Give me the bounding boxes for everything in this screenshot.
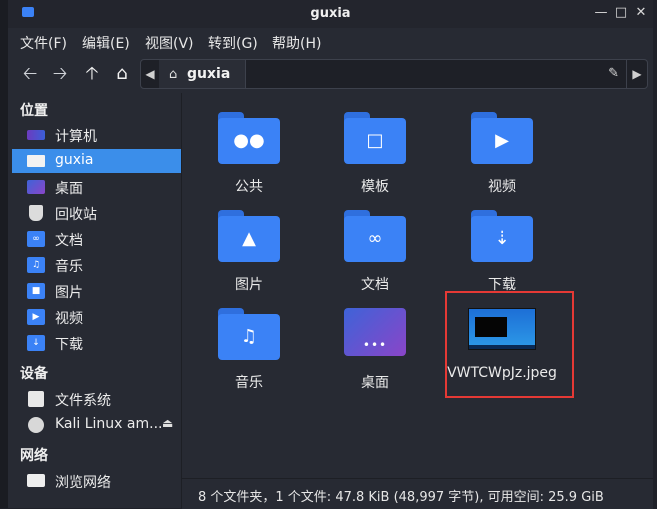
sidebar-item-filesystem[interactable]: 文件系统 (12, 387, 181, 411)
file-item-music[interactable]: ♫ 音乐 (194, 308, 304, 398)
section-devices: 设备 (20, 366, 48, 382)
menu-view[interactable]: 视图(V) (145, 33, 194, 53)
desktop-folder-icon: ••• (344, 308, 406, 356)
file-name: 视频 (488, 179, 516, 195)
sidebar-item-label: guxia (55, 152, 94, 168)
sidebar-item-label: 浏览网络 (55, 475, 111, 491)
sidebar-item-kali-disc[interactable]: Kali Linux am... ⏏ (12, 413, 181, 437)
maximize-icon[interactable]: □ (614, 6, 628, 20)
section-places: 位置 (20, 103, 48, 119)
file-item-desktop[interactable]: ••• 桌面 (320, 308, 430, 398)
desktop-icon (27, 180, 45, 194)
file-item-videos[interactable]: ▶ 视频 (447, 112, 557, 202)
sidebar-item-videos[interactable]: ▶ 视频 (12, 305, 181, 329)
eject-icon[interactable]: ⏏ (162, 416, 173, 430)
people-folder-icon: ●● (218, 112, 280, 164)
file-name: 公共 (235, 179, 263, 195)
status-text: 8 个文件夹，1 个文件: 47.8 KiB (48,997 字节), 可用空间… (198, 490, 604, 505)
sidebar-item-home[interactable]: guxia (12, 149, 181, 173)
file-name: 图片 (235, 277, 263, 293)
section-network: 网络 (20, 448, 48, 464)
video-folder-icon: ▶ (27, 309, 45, 325)
music-folder-icon: ♫ (218, 308, 280, 360)
sidebar-item-label: 音乐 (55, 259, 83, 275)
documents-folder-icon: ∞ (27, 231, 45, 247)
sidebar-item-label: 计算机 (55, 129, 97, 145)
sidebar-item-label: 图片 (55, 285, 83, 301)
network-icon (27, 474, 45, 487)
sidebar-item-desktop[interactable]: 桌面 (12, 175, 181, 199)
sidebar-item-label: 文件系统 (55, 393, 111, 409)
sidebar-item-label: 文档 (55, 233, 83, 249)
template-folder-icon: □ (344, 112, 406, 164)
toolbar: 🡠 🡢 🡡 ⌂ ◀ ⌂ guxia ✎ ▶ (8, 56, 653, 92)
file-item-templates[interactable]: □ 模板 (320, 112, 430, 202)
highlight-box (445, 291, 574, 398)
path-scroll-left-icon[interactable]: ◀ (141, 60, 160, 88)
file-name: 模板 (361, 179, 389, 195)
path-scroll-right-icon[interactable]: ▶ (626, 60, 647, 88)
edit-path-icon[interactable]: ✎ (608, 66, 619, 81)
sidebar-item-label: 视频 (55, 311, 83, 327)
pictures-folder-icon: ▲ (218, 210, 280, 262)
download-folder-icon: ↓ (27, 335, 45, 351)
trash-icon (29, 205, 43, 221)
sidebar: 位置 计算机 guxia 桌面 回收站 ∞ 文档 ♫ 音乐 ■ 图片 ▶ 视频 … (8, 93, 182, 508)
close-icon[interactable]: ✕ (634, 6, 648, 20)
up-arrow-icon[interactable]: 🡡 (82, 64, 102, 84)
file-name: 文档 (361, 277, 389, 293)
path-bar[interactable]: ◀ ⌂ guxia ✎ ▶ (140, 59, 648, 89)
sidebar-item-documents[interactable]: ∞ 文档 (12, 227, 181, 251)
path-crumb-label: guxia (187, 66, 231, 82)
minimize-icon[interactable]: — (594, 6, 608, 20)
sidebar-item-label: 下载 (55, 337, 83, 353)
forward-arrow-icon[interactable]: 🡢 (50, 64, 70, 84)
file-item-public[interactable]: ●● 公共 (194, 112, 304, 202)
music-folder-icon: ♫ (27, 257, 45, 273)
sidebar-item-browse-network[interactable]: 浏览网络 (12, 469, 181, 493)
menu-edit[interactable]: 编辑(E) (82, 33, 130, 53)
file-name: 桌面 (361, 375, 389, 391)
sidebar-item-label: 桌面 (55, 181, 83, 197)
sidebar-item-pictures[interactable]: ■ 图片 (12, 279, 181, 303)
sidebar-item-music[interactable]: ♫ 音乐 (12, 253, 181, 277)
documents-folder-icon: ∞ (344, 210, 406, 262)
download-folder-icon: ⇣ (471, 210, 533, 262)
menu-go[interactable]: 转到(G) (208, 33, 258, 53)
file-name: 音乐 (235, 375, 263, 391)
title-bar: guxia — □ ✕ (8, 0, 653, 28)
file-item-pictures[interactable]: ▲ 图片 (194, 210, 304, 300)
home-icon: ⌂ (169, 67, 178, 82)
back-arrow-icon[interactable]: 🡠 (20, 64, 40, 84)
filesystem-icon (28, 391, 44, 407)
disc-icon (28, 417, 44, 433)
file-item-documents[interactable]: ∞ 文档 (320, 210, 430, 300)
sidebar-item-computer[interactable]: 计算机 (12, 123, 181, 147)
background-edge (0, 0, 8, 508)
sidebar-item-downloads[interactable]: ↓ 下载 (12, 331, 181, 355)
video-folder-icon: ▶ (471, 112, 533, 164)
menu-help[interactable]: 帮助(H) (272, 33, 321, 53)
sidebar-item-label: Kali Linux am... (55, 416, 163, 432)
window-title: guxia (310, 6, 351, 21)
menu-bar: 文件(F) 编辑(E) 视图(V) 转到(G) 帮助(H) (8, 28, 653, 54)
menu-file[interactable]: 文件(F) (20, 33, 67, 53)
path-crumb-home[interactable]: ⌂ guxia (159, 60, 246, 88)
file-item-downloads[interactable]: ⇣ 下载 (447, 210, 557, 300)
sidebar-item-label: 回收站 (55, 207, 97, 223)
home-folder-icon (27, 155, 45, 167)
home-icon[interactable]: ⌂ (112, 64, 132, 84)
computer-icon (27, 130, 45, 140)
status-bar: 8 个文件夹，1 个文件: 47.8 KiB (48,997 字节), 可用空间… (182, 478, 653, 509)
file-view: ●● 公共 □ 模板 ▶ 视频 ▲ 图片 ∞ 文档 ⇣ 下载 ♫ 音乐 ••• (182, 93, 653, 478)
sidebar-item-trash[interactable]: 回收站 (12, 201, 181, 225)
file-manager-window: guxia — □ ✕ 文件(F) 编辑(E) 视图(V) 转到(G) 帮助(H… (8, 0, 653, 509)
pictures-folder-icon: ■ (27, 283, 45, 299)
